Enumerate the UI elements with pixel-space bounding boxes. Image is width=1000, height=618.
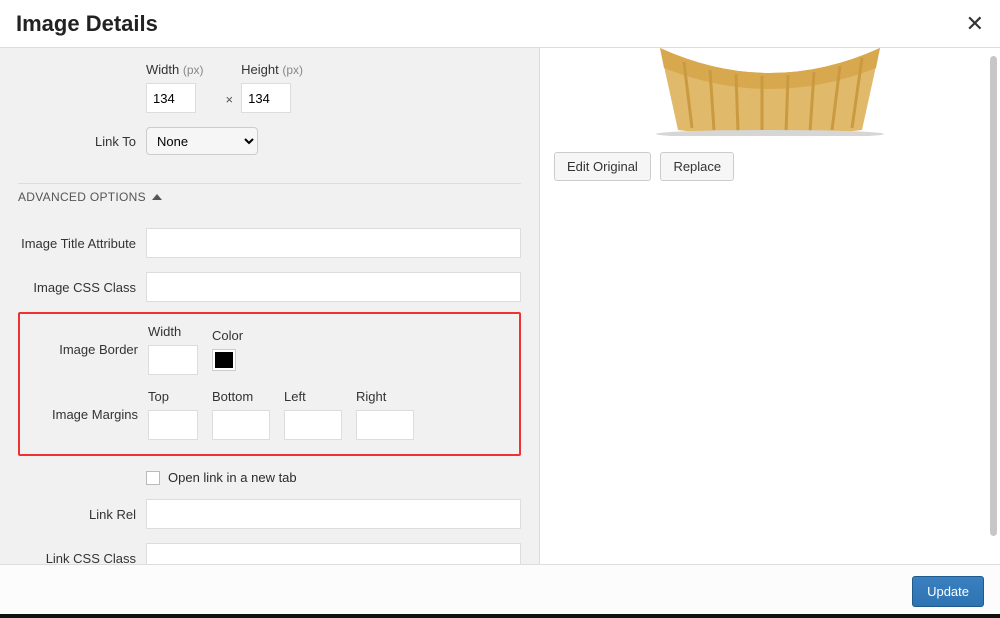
link-rel-input[interactable] — [146, 499, 521, 529]
margin-top-input[interactable] — [148, 410, 198, 440]
preview-pane: Edit Original Replace — [540, 48, 1000, 564]
advanced-options-toggle[interactable]: ADVANCED OPTIONS — [18, 183, 521, 214]
update-button[interactable]: Update — [912, 576, 984, 607]
dialog-title: Image Details — [16, 11, 158, 37]
open-new-tab-label: Open link in a new tab — [168, 470, 297, 485]
margin-right-input[interactable] — [356, 410, 414, 440]
margin-left-label: Left — [284, 389, 342, 404]
height-unit: (px) — [282, 63, 303, 77]
color-swatch-icon — [215, 352, 233, 368]
image-css-class-label: Image CSS Class — [18, 280, 146, 295]
border-width-label: Width — [148, 324, 198, 339]
image-title-attr-label: Image Title Attribute — [18, 236, 146, 251]
margin-right-label: Right — [356, 389, 414, 404]
image-border-label: Image Border — [30, 342, 148, 357]
margin-left-input[interactable] — [284, 410, 342, 440]
width-label: Width — [146, 62, 179, 77]
margin-bottom-label: Bottom — [212, 389, 270, 404]
width-input[interactable] — [146, 83, 196, 113]
cupcake-image-icon — [640, 48, 900, 136]
border-color-swatch[interactable] — [212, 349, 236, 371]
backdrop-edge — [0, 614, 1000, 618]
width-unit: (px) — [183, 63, 204, 77]
scrollbar-thumb[interactable] — [990, 56, 997, 536]
link-to-label: Link To — [18, 134, 146, 149]
border-color-label: Color — [212, 328, 243, 343]
height-input[interactable] — [241, 83, 291, 113]
margin-top-label: Top — [148, 389, 198, 404]
dialog-titlebar: Image Details ✕ — [0, 0, 1000, 48]
border-margin-highlight: Image Border Width Color Image — [18, 312, 521, 456]
dimension-separator: × — [218, 92, 242, 113]
link-to-select[interactable]: None — [146, 127, 258, 155]
replace-button[interactable]: Replace — [660, 152, 734, 181]
scrollbar[interactable] — [986, 48, 998, 564]
open-new-tab-checkbox[interactable] — [146, 471, 160, 485]
caret-up-icon — [152, 194, 162, 200]
link-css-class-label: Link CSS Class — [18, 551, 146, 565]
height-label: Height — [241, 62, 279, 77]
link-rel-label: Link Rel — [18, 507, 146, 522]
image-preview — [554, 48, 986, 136]
image-css-class-input[interactable] — [146, 272, 521, 302]
image-margins-label: Image Margins — [30, 407, 148, 422]
edit-original-button[interactable]: Edit Original — [554, 152, 651, 181]
settings-pane: Width (px) × Height (px) — [0, 48, 540, 564]
image-title-attr-input[interactable] — [146, 228, 521, 258]
border-width-input[interactable] — [148, 345, 198, 375]
margin-bottom-input[interactable] — [212, 410, 270, 440]
link-css-class-input[interactable] — [146, 543, 521, 564]
close-icon[interactable]: ✕ — [966, 13, 984, 35]
advanced-options-label: ADVANCED OPTIONS — [18, 190, 146, 204]
